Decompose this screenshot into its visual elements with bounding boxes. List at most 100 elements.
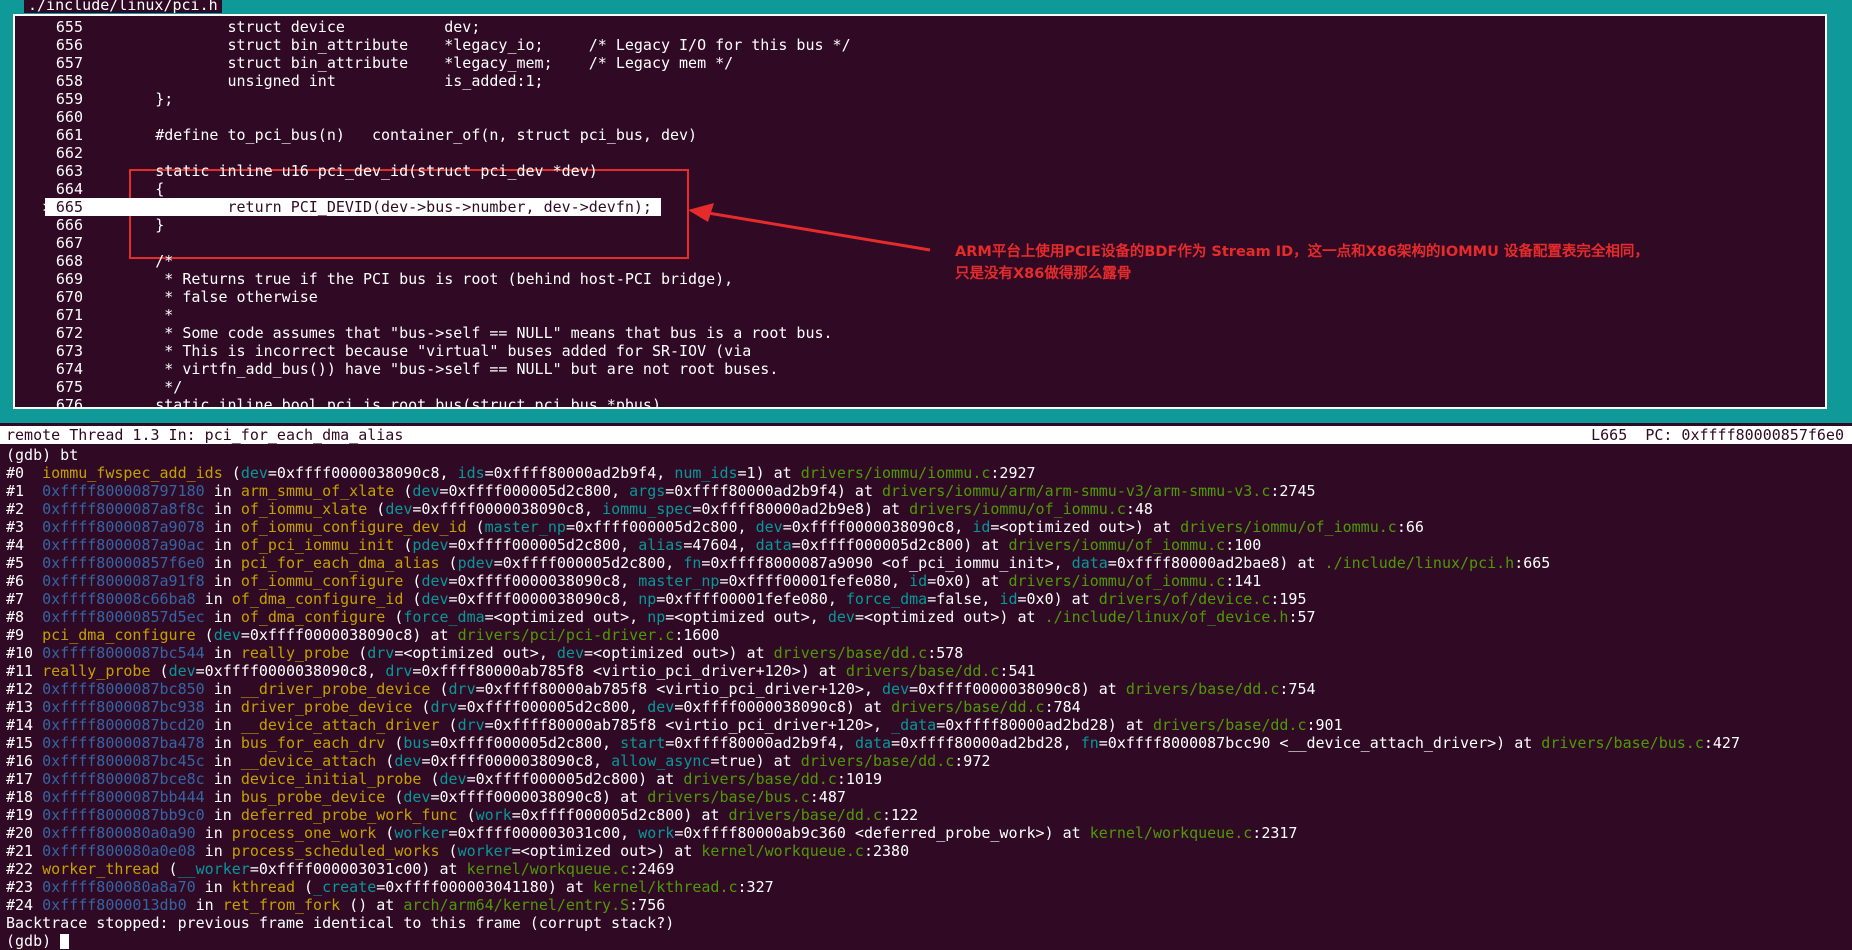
line-number: 660 [55,108,83,126]
annotation-line-1: ARM平台上使用PCIE设备的BDF作为 Stream ID，这一点和X86架构… [955,244,1649,260]
frame-text: =false, [927,590,1000,608]
frame-file-link[interactable]: kernel/workqueue.c [467,860,630,878]
line-number: 671 [55,306,83,324]
annotation-text: ARM平台上使用PCIE设备的BDF作为 Stream ID，这一点和X86架构… [955,241,1655,285]
frame-argument: fn [1080,734,1099,752]
frame-argument: work [475,806,512,824]
frame-text: =47604, [683,536,756,554]
backtrace-frame: #6 0xffff8000087a91f8 in of_iommu_config… [6,572,1846,590]
frame-function: driver_probe_device [240,698,413,716]
frame-argument: pdev [412,536,449,554]
frame-function: __device_attach_driver [240,716,440,734]
frame-text: :100 [1225,536,1262,554]
frame-text: ( [295,878,314,896]
frame-text: :901 [1306,716,1343,734]
frame-text: in [195,878,232,896]
frame-file-link[interactable]: kernel/workqueue.c [1090,824,1253,842]
frame-text: ( [412,698,431,716]
frame-text: :1600 [674,626,720,644]
line-number: 655 [55,18,83,36]
frame-text: =0xffff80000ab785f8 <virtio_pci_driver+1… [484,716,892,734]
frame-file-link[interactable]: drivers/iommu/of_iommu.c [909,500,1126,518]
frame-text: :2469 [629,860,675,878]
frame-function: deferred_probe_work_func [240,806,458,824]
line-number: 676 [55,396,83,409]
frame-file-link[interactable]: drivers/base/bus.c [1541,734,1704,752]
frame-file-link[interactable]: kernel/kthread.c [593,878,738,896]
frame-argument: drv [457,716,485,734]
gdb-prompt-line[interactable]: (gdb) [6,932,1846,950]
frame-file-link[interactable]: ./include/linux/pci.h [1325,554,1515,572]
frame-file-link[interactable]: drivers/base/bus.c [647,788,810,806]
frame-text: =0xffff0000038090c8, [195,662,386,680]
frame-file-link[interactable]: drivers/iommu/of_iommu.c [1008,536,1225,554]
frame-argument: _data [891,716,937,734]
frame-text: =0xffff80000ab9c360 <deferred_probe_work… [674,824,1090,842]
frame-argument: drv [385,662,413,680]
frame-text: :141 [1225,572,1262,590]
backtrace-frame: #7 0xffff80008c66ba8 in of_dma_configure… [6,590,1846,608]
frame-function: arm_smmu_of_xlate [240,482,395,500]
frame-text: :578 [927,644,964,662]
code-text: struct bin_attribute *legacy_io; /* Lega… [83,36,851,54]
frame-text: ( [385,608,404,626]
frame-file-link[interactable]: drivers/of/device.c [1099,590,1271,608]
line-number: 669 [55,270,83,288]
line-number: 661 [55,126,83,144]
frame-file-link[interactable]: kernel/workqueue.c [701,842,864,860]
frame-text: ( [421,770,440,788]
frame-text: #13 [6,698,43,716]
frame-argument: data [854,734,892,752]
frame-file-link[interactable]: drivers/iommu/of_iommu.c [1008,572,1225,590]
frame-text: #0 [6,464,43,482]
frame-text: ( [403,590,422,608]
frame-text: #19 [6,806,43,824]
line-number: 657 [55,54,83,72]
frame-file-link[interactable]: drivers/pci/pci-driver.c [458,626,675,644]
frame-file-link[interactable]: drivers/base/dd.c [774,644,928,662]
status-bar: remote Thread 1.3 In: pci_for_each_dma_a… [0,426,1852,444]
backtrace-frame: #19 0xffff8000087bb9c0 in deferred_probe… [6,806,1846,824]
frame-text: ( [367,500,386,518]
frame-text: =0xffff000003031c00) at [249,860,467,878]
frame-text: #20 [6,824,43,842]
frame-text: ( [466,518,485,536]
frame-file-link[interactable]: drivers/iommu/arm/arm-smmu-v3/arm-smmu-v… [882,482,1270,500]
frame-text: =<optimized out>) at [584,644,774,662]
frame-argument: dev [439,770,467,788]
frame-text: ( [376,824,395,842]
code-line: 662 [15,144,1825,162]
backtrace-frame: #11 really_probe (dev=0xffff0000038090c8… [6,662,1846,680]
frame-text: in [204,482,241,500]
frame-file-link[interactable]: drivers/base/dd.c [1153,716,1307,734]
frame-file-link[interactable]: drivers/base/dd.c [846,662,1000,680]
frame-address: 0xffff8000087bcd20 [42,716,205,734]
frame-file-link[interactable]: drivers/base/dd.c [801,752,955,770]
code-text: return PCI_DEVID(dev->bus->number, dev->… [83,198,652,216]
code-line: 656 struct bin_attribute *legacy_io; /* … [15,36,1825,54]
backtrace-frame: #20 0xffff800080a0a90 in process_one_wor… [6,824,1846,842]
frame-file-link[interactable]: drivers/base/dd.c [729,806,883,824]
frame-file-link[interactable]: drivers/base/dd.c [891,698,1045,716]
frame-file-link[interactable]: drivers/iommu/iommu.c [801,464,991,482]
frame-file-link[interactable]: arch/arm64/kernel/entry.S [403,896,629,914]
frame-text: =0xffff000003041180) at [376,878,594,896]
frame-text: =0xffff00001fefe080, [656,590,846,608]
frame-argument: alias [638,536,684,554]
frame-text: =0xffff0000038090c8) at [240,626,458,644]
backtrace-frame: #5 0xffff80000857f6e0 in pci_for_each_dm… [6,554,1846,572]
code-text: * This is incorrect because "virtual" bu… [83,342,752,360]
frame-text: #18 [6,788,43,806]
frame-argument: np [647,608,666,626]
backtrace-frame: #8 0xffff80000857d5ec in of_dma_configur… [6,608,1846,626]
code-line: 671 * [15,306,1825,324]
frame-function: of_iommu_xlate [240,500,368,518]
frame-file-link[interactable]: drivers/iommu/of_iommu.c [1180,518,1397,536]
code-text: unsigned int is_added:1; [83,72,544,90]
gdb-console[interactable]: (gdb) bt #0 iommu_fwspec_add_ids (dev=0x… [6,446,1846,950]
frame-argument: dev [240,464,268,482]
frame-file-link[interactable]: ./include/linux/of_device.h [1045,608,1289,626]
backtrace-frame: #15 0xffff8000087ba478 in bus_for_each_d… [6,734,1846,752]
frame-file-link[interactable]: drivers/base/dd.c [1126,680,1280,698]
frame-file-link[interactable]: drivers/base/dd.c [683,770,837,788]
